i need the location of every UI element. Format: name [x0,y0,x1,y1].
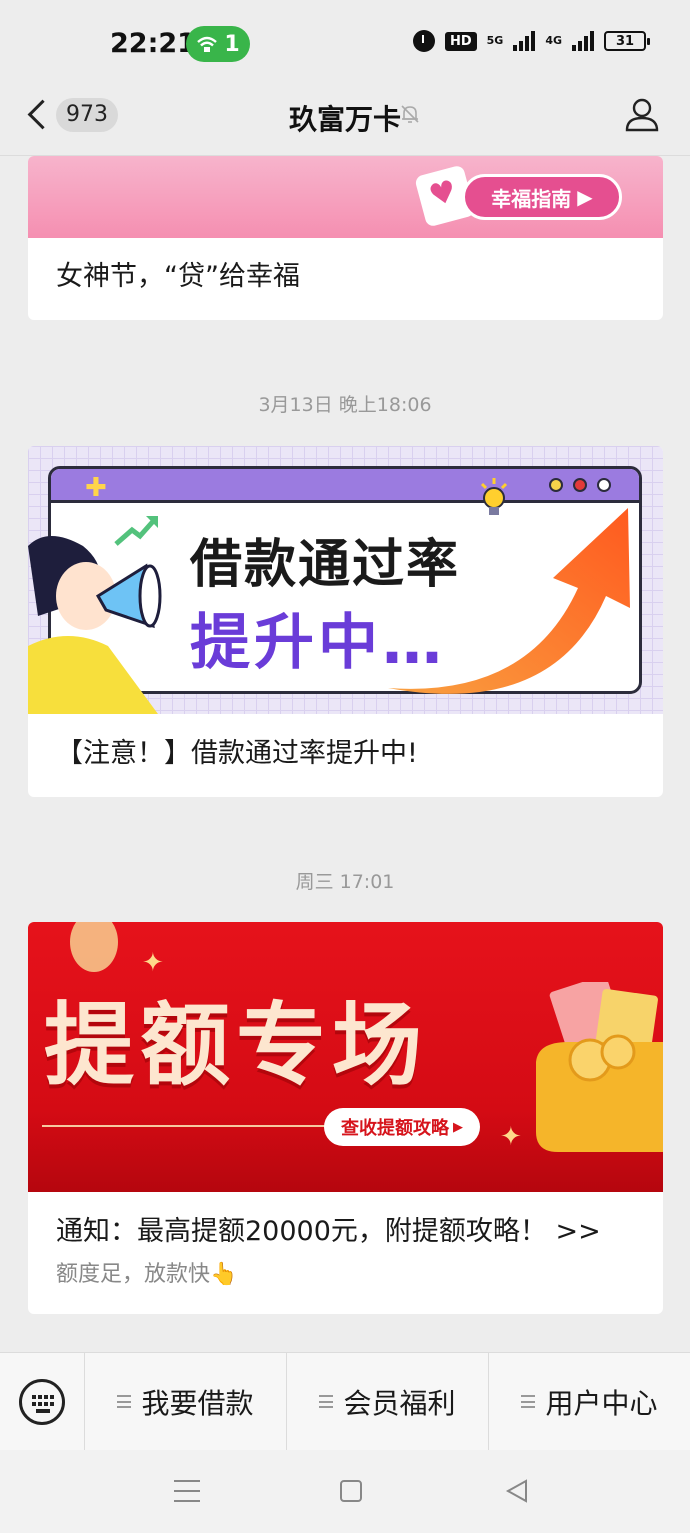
article-banner: ✚ 借款通过率 提升中… [28,446,663,714]
article-banner: 幸福指南 ▶ [28,156,663,238]
hotspot-indicator: 1 [186,26,250,62]
profile-icon[interactable] [624,96,660,132]
banner-window-bar: ✚ [51,469,639,503]
wallet-money-illustration [536,982,663,1152]
menu-item-user-center[interactable]: 用户中心 [488,1353,690,1450]
play-icon: ▶ [453,1119,463,1135]
coin-icon [70,922,118,972]
plus-icon: ✚ [85,473,107,503]
system-navigation-bar [0,1450,690,1533]
message-timestamp: 周三 17:01 [295,871,395,893]
banner-headline: 提额专场 [44,993,428,1098]
menu-item-label: 会员福利 [343,1386,456,1420]
banner-button: 查收提额攻略 ▶ [324,1108,480,1146]
trend-arrow-icon [114,516,158,546]
megaphone-person-illustration [28,536,162,714]
back-triangle-button[interactable] [504,1478,530,1504]
signal-icon-2 [572,31,594,51]
banner-button: 幸福指南 ▶ [462,174,622,220]
signal-icon [513,31,536,51]
banner-divider [42,1125,326,1127]
window-dot-icon [573,478,587,492]
battery-level: 31 [615,33,635,49]
menu-icon [319,1395,334,1408]
menu-item-label: 我要借款 [141,1386,254,1420]
lightbulb-icon [480,478,508,515]
article-card[interactable]: ✦ ✦ 提额专场 查收提额攻略 ▶ 通知：最高提额20000元，附提额攻略！ >… [28,922,663,1314]
window-dot-icon [597,478,611,492]
play-icon: ▶ [577,185,593,209]
article-card[interactable]: ✚ 借款通过率 提升中… 【注意！】借款通过率提升中! [28,446,663,797]
recent-apps-button[interactable] [174,1480,200,1502]
window-dot-icon [549,478,563,492]
article-subtext: 额度足，放款快👆 [56,1262,238,1287]
chat-header: 973 玖富万卡 [0,88,690,156]
hotspot-count: 1 [224,31,240,57]
status-time: 22:21 [110,28,196,59]
status-bar: 22:21 1 HD 5G 4G 31 [0,0,690,88]
article-title: 【注意！】借款通过率提升中! [56,738,418,769]
wifi-hotspot-icon [197,36,218,52]
battery-icon: 31 [604,31,650,51]
page-title: 玖富万卡 [288,103,401,136]
keyboard-icon [19,1378,65,1425]
network-4g-label: 4G [545,34,562,47]
hd-icon: HD [444,31,477,51]
official-account-menu: 我要借款 会员福利 用户中心 [0,1352,690,1450]
article-card[interactable]: 幸福指南 ▶ 女神节，“贷”给幸福 [28,156,663,320]
keyboard-toggle-button[interactable] [0,1378,84,1425]
banner-subheadline: 提升中… [190,608,446,678]
article-title: 通知：最高提额20000元，附提额攻略！ >> [56,1216,601,1247]
menu-icon [521,1395,536,1408]
banner-headline: 借款通过率 [190,535,461,595]
home-button[interactable] [340,1480,362,1502]
menu-icon [117,1395,132,1408]
article-title: 女神节，“贷”给幸福 [56,261,300,292]
sparkle-icon: ✦ [500,1122,522,1152]
article-banner: ✦ ✦ 提额专场 查收提额攻略 ▶ [28,922,663,1192]
menu-item-borrow[interactable]: 我要借款 [84,1353,286,1450]
menu-item-label: 用户中心 [545,1386,658,1420]
alarm-icon [412,30,435,52]
network-5g-label: 5G [486,34,504,47]
message-timestamp: 3月13日 晚上18:06 [258,394,432,416]
mute-bell-icon [401,105,419,123]
banner-button-label: 幸福指南 [491,186,572,211]
menu-item-member-benefits[interactable]: 会员福利 [286,1353,488,1450]
status-icons: HD 5G 4G 31 [412,30,650,52]
banner-button-label: 查收提额攻略 [341,1118,449,1139]
